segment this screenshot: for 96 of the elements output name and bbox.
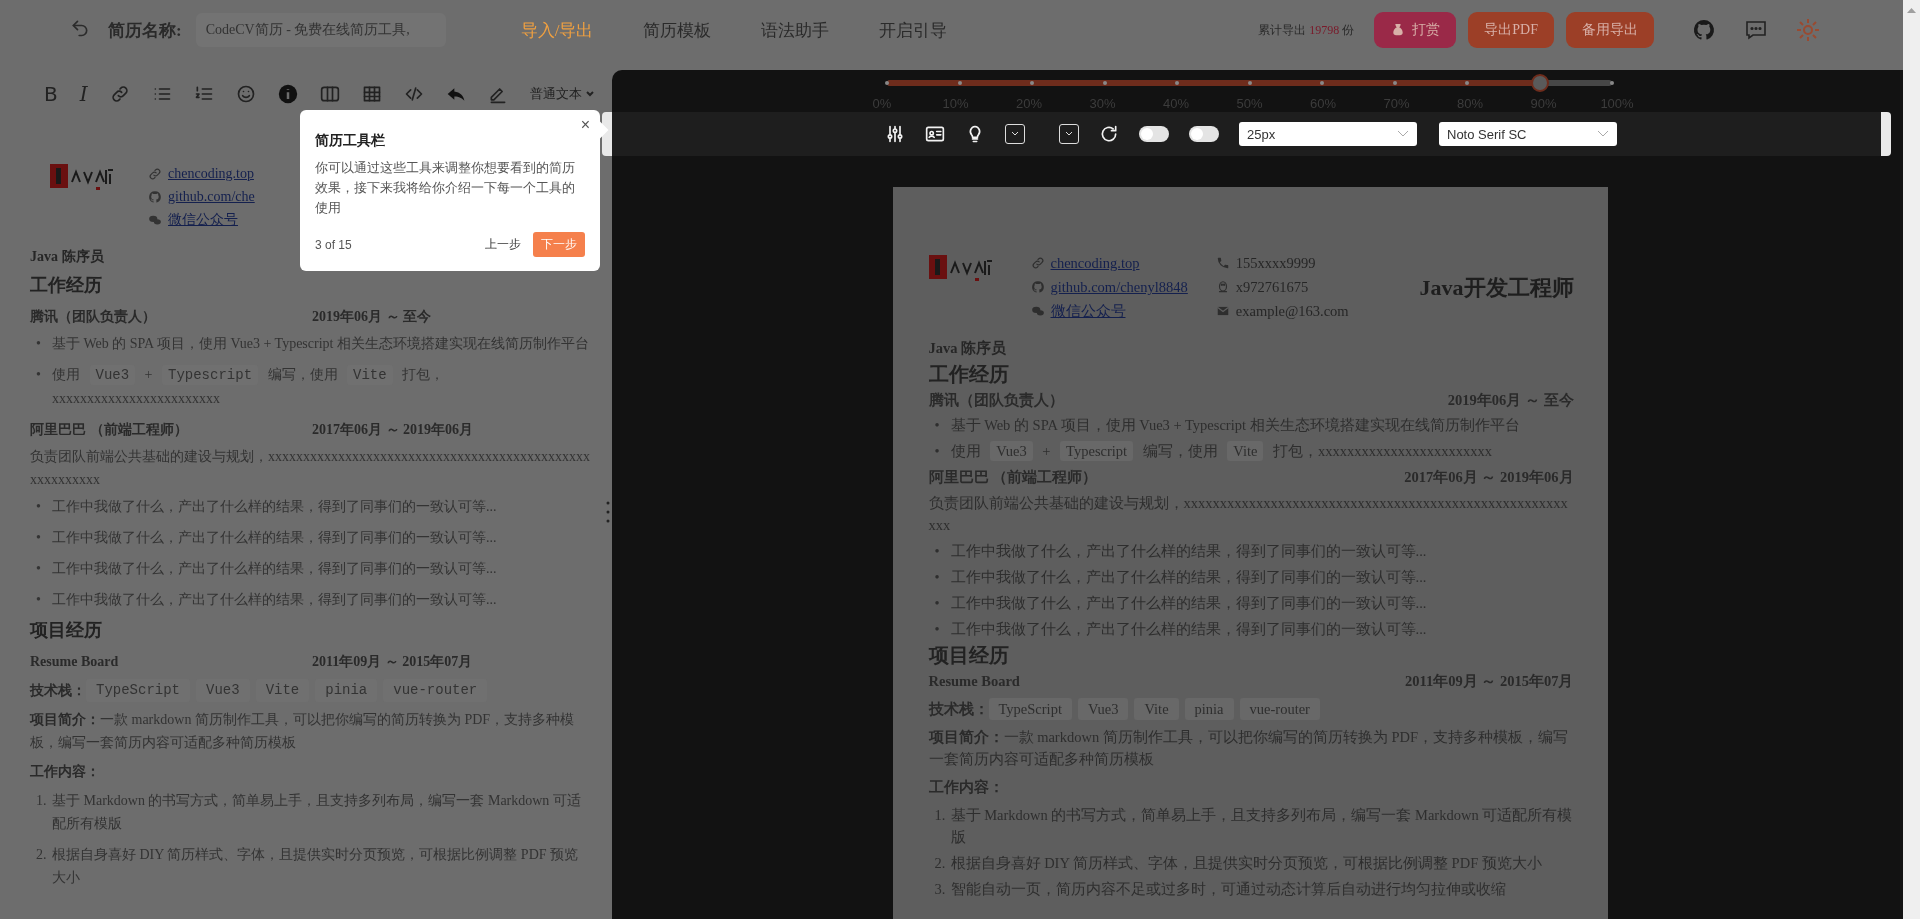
tech-tag: pinia — [1184, 698, 1234, 720]
table-icon[interactable] — [361, 84, 382, 104]
name-text: Java 陈序员 — [30, 248, 105, 266]
link-icon[interactable] — [109, 84, 130, 104]
collapse-toggle-icon[interactable] — [1059, 124, 1079, 144]
toggle-switch[interactable] — [1189, 126, 1219, 142]
github-icon[interactable] — [1692, 18, 1716, 42]
toggle-switch[interactable] — [1139, 126, 1169, 142]
id-card-icon[interactable] — [925, 124, 945, 144]
tech-tag: TypeScript — [988, 698, 1072, 720]
nav-tab[interactable]: 开启引导 — [879, 18, 948, 42]
tech-tag: Vue3 — [1077, 698, 1129, 720]
logo-drawing — [928, 253, 993, 283]
list-marker: • — [35, 560, 42, 578]
refresh-icon[interactable] — [1099, 124, 1119, 144]
contact-text: example@163.com — [1235, 302, 1349, 321]
previous-step-button[interactable]: 上一步 — [479, 232, 527, 257]
link-icon — [148, 166, 162, 181]
font-family-select[interactable]: Noto Serif SC — [1439, 122, 1617, 146]
list-marker: • — [933, 442, 941, 461]
list-marker: 1. — [35, 792, 48, 810]
comment-icon[interactable] — [1744, 18, 1768, 42]
text-format-dropdown[interactable]: 普通文本 — [529, 85, 595, 103]
resume-name-label: 简历名称: — [108, 19, 182, 42]
list-marker: • — [933, 594, 941, 613]
github-icon — [148, 189, 162, 204]
entry-date: 2011年09月 ～ 2015年07月 — [312, 653, 473, 671]
slider-thumb[interactable] — [1530, 74, 1549, 92]
link[interactable]: chencoding.top — [1050, 251, 1140, 275]
nav-tab[interactable]: 语法助手 — [761, 18, 830, 42]
field-label: 技术栈： — [30, 682, 86, 700]
list-marker: • — [933, 568, 941, 587]
mail-icon — [1215, 304, 1230, 318]
contact-text: 155xxxx9999 — [1235, 254, 1316, 273]
scroll-arrow-icon[interactable] — [1907, 6, 1916, 14]
export-button[interactable]: 备用导出 — [1566, 12, 1654, 48]
link[interactable]: github.com/chenyl8848 — [1050, 275, 1188, 299]
export-count-text: 累计导出 19798 份 — [1258, 21, 1355, 39]
section-heading: 项目经历 — [30, 619, 103, 642]
zoom-slider[interactable] — [887, 74, 1612, 92]
list-marker: • — [933, 416, 941, 435]
caret-icon — [1397, 130, 1409, 138]
list-marker: • — [933, 542, 941, 561]
font-size-select[interactable]: 25px — [1239, 122, 1417, 146]
caret-icon — [584, 89, 595, 99]
field-label: 工作内容： — [30, 763, 101, 781]
section-heading: 工作经历 — [30, 274, 103, 297]
name-text: Java 陈序员 — [928, 339, 1008, 358]
list-marker: • — [35, 366, 42, 384]
resume-name-field[interactable]: CodeCV简历 - 免费在线简历工具, — [195, 13, 446, 47]
link-icon — [1030, 256, 1045, 270]
scrollbar[interactable] — [1903, 0, 1920, 919]
list-marker: • — [35, 591, 42, 609]
section-heading: 项目经历 — [928, 644, 1010, 666]
link[interactable]: github.com/che — [168, 185, 255, 208]
entry-title: Resume Board — [30, 653, 120, 671]
tech-tag: vue-router — [1239, 698, 1320, 720]
step-counter: 3 of 15 — [315, 237, 352, 252]
collapse-toggle-icon[interactable] — [1005, 124, 1025, 144]
list-marker: • — [35, 529, 42, 547]
phone-icon — [1215, 256, 1230, 270]
popover-title: 简历工具栏 — [315, 132, 386, 150]
italic-button[interactable]: I — [79, 82, 88, 106]
list-marker: • — [35, 498, 42, 516]
nav-tab[interactable]: 简历模板 — [643, 18, 712, 42]
contact-text: x972761675 — [1235, 278, 1309, 297]
list-marker: 2. — [35, 846, 48, 864]
list-marker: • — [933, 620, 941, 639]
entry-title: 阿里巴巴 （前端工程师） — [30, 421, 189, 439]
tech-tag: Vite — [1134, 698, 1179, 720]
github-icon — [1030, 280, 1045, 294]
entry-date: 2019年06月 ～ 至今 — [312, 308, 431, 326]
back-arrow-icon — [70, 18, 90, 38]
bold-button[interactable]: B — [44, 82, 58, 106]
export-button[interactable]: 导出PDF — [1468, 12, 1554, 48]
columns-icon[interactable] — [319, 84, 340, 104]
close-button[interactable]: × — [580, 116, 590, 134]
next-step-button[interactable]: 下一步 — [533, 232, 585, 257]
logo-drawing — [50, 162, 114, 192]
smiley-icon[interactable] — [235, 84, 256, 104]
list-marker: • — [35, 335, 42, 353]
link[interactable]: 微信公众号 — [168, 208, 238, 231]
link[interactable]: 微信公众号 — [1050, 299, 1126, 323]
entry-date: 2017年06月 ～ 2019年06月 — [312, 421, 473, 439]
sliders-icon[interactable] — [885, 124, 905, 144]
link[interactable]: chencoding.top — [168, 162, 254, 185]
entry-title: 腾讯（团队负责人） — [30, 308, 157, 326]
nav-tab[interactable]: 导入/导出 — [520, 18, 594, 42]
info-icon[interactable] — [277, 84, 298, 104]
caret-icon — [1597, 130, 1609, 138]
reward-button[interactable]: 打赏 — [1374, 12, 1457, 48]
chat-bubbles-icon — [1030, 304, 1045, 318]
job-title: Java开发工程师 — [1419, 277, 1574, 299]
popover-description: 你可以通过这些工具来调整你想要看到的简历效果，接下来我将给你介绍一下每一个工具的使用 — [315, 159, 576, 217]
code-icon[interactable] — [403, 84, 424, 104]
section-heading: 工作经历 — [928, 363, 1010, 385]
